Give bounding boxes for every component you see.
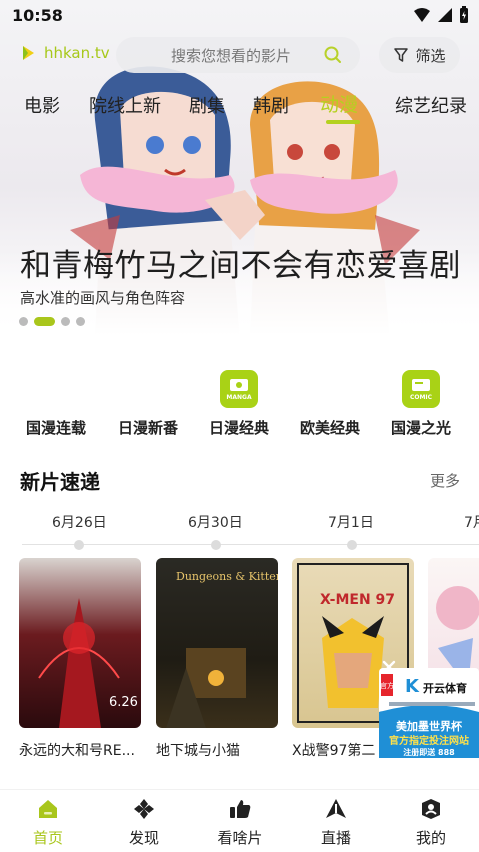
screen-icon [412,378,430,391]
search-bar[interactable]: 搜索您想看的影片 [116,37,360,73]
signal-icon [438,8,452,22]
user-icon [422,799,440,819]
nav-label: 我的 [415,829,446,847]
quick-entry-label: 日漫经典 [208,419,269,437]
poster-yamato[interactable]: 6.26 [19,558,141,728]
ad-brand: 开云体育 [423,681,467,695]
poster-xmen-text: X-MEN 97 [320,592,395,608]
nav-live[interactable]: 直播 [301,796,371,848]
logo-text: hhkan.tv [44,44,110,62]
nav-profile[interactable]: 我的 [396,796,466,848]
manga-badge-text: MANGA [226,393,252,401]
timeline-dot [74,540,84,550]
tab-variety-documentary[interactable]: 综艺纪录 [395,92,467,118]
tab-cinema-new[interactable]: 院线上新 [89,92,161,118]
play-logo-icon [23,46,34,60]
home-icon [39,800,57,818]
svg-text:K: K [405,676,420,697]
filter-icon [394,48,409,62]
search-placeholder: 搜索您想看的影片 [170,46,291,65]
quick-entry-classic-anime[interactable]: MANGA 日漫经典 [199,366,279,437]
more-link[interactable]: 更多 [430,470,460,491]
search-icon[interactable] [324,46,342,64]
manga-badge-icon: MANGA [220,370,258,408]
timeline-dot [347,540,357,550]
tab-anime[interactable]: 动漫 [320,90,358,117]
floating-ad[interactable]: 官方 K 开云体育 美加墨世界杯 官方指定投注网站 注册即送 888 [379,668,479,758]
ad-line1: 美加墨世界杯 [396,719,463,733]
battery-icon [460,6,468,23]
carousel-dot[interactable] [76,317,85,326]
tab-series[interactable]: 剧集 [189,92,225,118]
nav-label: 首页 [32,829,63,847]
live-icon [326,799,346,818]
discover-icon [134,799,154,819]
tab-korean-drama[interactable]: 韩剧 [253,92,289,118]
bottom-nav: 首页 发现 看啥片 直播 我的 [0,789,479,852]
nav-label: 直播 [320,829,351,847]
carousel-indicator [19,317,85,326]
nav-label: 发现 [128,829,159,847]
nav-home[interactable]: 首页 [13,796,83,848]
quick-entry-label: 欧美经典 [299,419,360,437]
poster-dungeons-art: Dungeons & Kittens [166,570,278,728]
category-tabs: 电影 院线上新 剧集 韩剧 动漫 综艺纪录 [0,90,479,126]
tv-icon [230,378,248,391]
ad-line2: 官方指定投注网站 [389,734,469,747]
filter-label: 筛选 [415,46,446,65]
hero-subtitle: 高水准的画风与角色阵容 [20,289,186,307]
poster-title[interactable]: 地下城与小猫 [156,740,278,758]
quick-entry-label: 国漫连载 [25,419,86,437]
tab-movies[interactable]: 电影 [24,92,60,118]
timeline-line [22,544,479,545]
poster-dungeons-kittens[interactable]: Dungeons & Kittens [156,558,278,728]
nav-label: 看啥片 [217,829,263,847]
carousel-dot-active[interactable] [34,317,55,326]
ad-tag: 官方 [380,681,394,690]
comic-badge-icon: COMIC [402,370,440,408]
wifi-icon [414,8,430,22]
nav-discover[interactable]: 发现 [109,796,179,848]
quick-entries: 国漫连载 日漫新番 MANGA 日漫经典 欧美经典 COMIC 国漫之光 [0,366,479,446]
quick-entry-label: 国漫之光 [390,419,451,437]
timeline-date: 6月30日 [188,515,243,531]
hero-title[interactable]: 和青梅竹马之间不会有恋爱喜剧 [20,240,461,285]
quick-entry-guoman-light[interactable]: COMIC 国漫之光 [381,366,461,437]
status-bar: 10:58 [0,0,479,34]
status-time: 10:58 [12,6,63,25]
timeline-date: 7月1日 [328,515,374,531]
comic-badge-text: COMIC [409,393,433,401]
poster-date-text: 6.26 [109,695,138,710]
ad-line3: 注册即送 888 [403,747,455,757]
timeline-dot [211,540,221,550]
system-icons [413,6,469,24]
poster-title[interactable]: 永远的大和号RE... [19,740,141,758]
active-tab-indicator [326,120,360,124]
ad-close-icon[interactable] [382,660,396,674]
timeline-date: 6月26日 [52,515,107,531]
poster-yamato-art: 6.26 [38,598,138,728]
thumbs-up-icon [230,800,251,818]
quick-entry-label: 日漫新番 [117,419,178,437]
app-logo[interactable]: hhkan.tv [20,44,110,62]
filter-button[interactable]: 筛选 [379,37,460,73]
section-title-new-releases: 新片速递 [20,470,100,494]
release-timeline: 6月26日 6月30日 7月1日 7月 [0,508,479,550]
poster-dungeons-text: Dungeons & Kittens [176,570,278,583]
carousel-dot[interactable] [61,317,70,326]
timeline-date: 7月 [464,515,479,531]
carousel-dot[interactable] [19,317,28,326]
nav-recommend[interactable]: 看啥片 [205,796,275,848]
